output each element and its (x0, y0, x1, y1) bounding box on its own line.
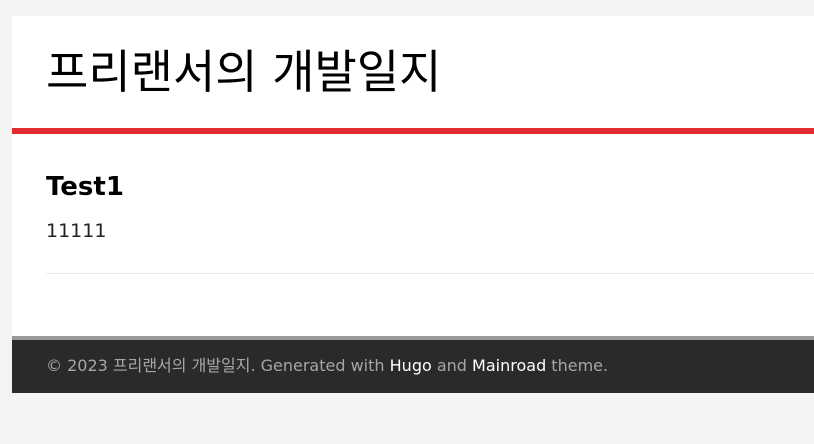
post-content: 11111 (46, 220, 107, 242)
page-container: 프리랜서의 개발일지 Test1 11111 © 2023 프리랜서의 개발일지… (12, 16, 814, 393)
post-divider (46, 273, 814, 274)
mainroad-link[interactable]: Mainroad (472, 356, 546, 375)
post-title[interactable]: Test1 (46, 170, 124, 204)
site-title-link[interactable]: 프리랜서의 개발일지 (46, 40, 442, 104)
site-footer: © 2023 프리랜서의 개발일지. Generated with Hugo a… (12, 340, 814, 393)
footer-theme-text: theme. (546, 356, 609, 375)
main-content: Test1 11111 (12, 134, 814, 336)
footer-and-text: and (431, 356, 473, 375)
site-header: 프리랜서의 개발일지 (12, 16, 814, 128)
hugo-link[interactable]: Hugo (390, 356, 432, 375)
footer-copyright: © 2023 프리랜서의 개발일지. Generated with Hugo a… (46, 355, 608, 377)
footer-copyright-text: © 2023 프리랜서의 개발일지. Generated with (46, 356, 390, 375)
